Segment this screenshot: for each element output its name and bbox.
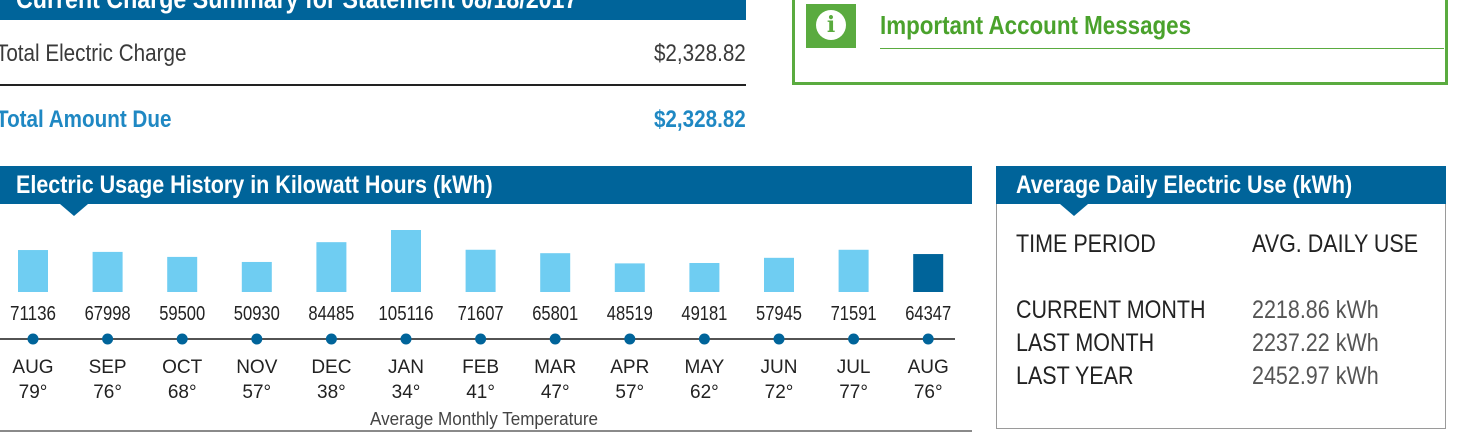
usage-month-label: JUN: [761, 357, 798, 378]
usage-bar: [764, 257, 794, 292]
usage-history-header: Electric Usage History in Kilowatt Hours…: [0, 166, 972, 204]
usage-month-label: JAN: [388, 357, 424, 378]
usage-temperature-label: 76°: [914, 382, 943, 403]
account-messages-title[interactable]: Important Account Messages: [880, 10, 1191, 41]
avg-daily-use-header: Average Daily Electric Use (kWh): [996, 166, 1446, 204]
electric-charge-value: $2,328.82: [654, 40, 746, 67]
avg-row-value: 2218.86 kWh: [1252, 296, 1379, 324]
avg-col-period-header: TIME PERIOD: [1016, 230, 1156, 258]
usage-value-label: 65801: [532, 303, 578, 325]
usage-month-label: APR: [610, 357, 649, 378]
avg-row-period: LAST MONTH: [1016, 329, 1155, 357]
usage-temperature-label: 79°: [19, 382, 48, 403]
usage-value-label: 71607: [458, 303, 504, 325]
avg-row-period: CURRENT MONTH: [1016, 296, 1206, 324]
usage-value-label: 48519: [607, 303, 653, 325]
usage-bar: [92, 251, 123, 292]
usage-month-label: AUG: [12, 357, 53, 378]
avg-row-value: 2237.22 kWh: [1252, 329, 1379, 357]
usage-temperature-label: 38°: [317, 382, 346, 403]
usage-month-label: SEP: [89, 357, 127, 378]
avg-row-period: LAST YEAR: [1016, 362, 1134, 390]
usage-temperature-label: 57°: [242, 382, 271, 403]
charge-divider: [0, 84, 746, 86]
usage-bar: [913, 254, 944, 292]
usage-axis-dot: [698, 333, 710, 345]
usage-bar: [614, 263, 645, 292]
total-due-value: $2,328.82: [654, 106, 746, 133]
usage-axis-dot: [251, 333, 263, 345]
avg-row-value: 2452.97 kWh: [1252, 362, 1379, 390]
avg-daily-use-title: Average Daily Electric Use (kWh): [1016, 171, 1353, 199]
usage-month-label: OCT: [162, 357, 203, 378]
usage-bar: [465, 249, 496, 292]
usage-value-label: 71136: [10, 303, 56, 325]
usage-axis-dot: [176, 333, 188, 345]
charge-summary-title: Current Charge Summary for Statement 08/…: [16, 0, 577, 16]
usage-value-label: 49181: [681, 303, 727, 325]
usage-bar: [540, 253, 571, 292]
usage-month-label: MAY: [685, 357, 725, 378]
usage-month-label: MAR: [534, 357, 576, 378]
usage-temperature-label: 62°: [690, 382, 719, 403]
usage-axis-dot: [773, 333, 785, 345]
usage-axis-dot: [102, 333, 114, 345]
usage-bar: [838, 249, 869, 292]
usage-bar: [18, 250, 48, 292]
usage-axis-dot: [549, 333, 561, 345]
usage-axis-dot: [27, 333, 39, 345]
usage-history-title: Electric Usage History in Kilowatt Hours…: [16, 171, 493, 199]
usage-month-label: JUL: [837, 357, 871, 378]
usage-axis-dot: [325, 333, 337, 345]
usage-temperature-label: 34°: [392, 382, 421, 403]
usage-axis-dot: [848, 333, 860, 345]
usage-bar: [241, 261, 272, 292]
usage-month-label: FEB: [462, 357, 499, 378]
usage-axis-dot: [400, 333, 412, 345]
usage-month-label: AUG: [908, 357, 949, 378]
electric-charge-label: Total Electric Charge: [0, 40, 187, 67]
usage-month-label: DEC: [311, 357, 351, 378]
usage-footer-divider: [0, 430, 972, 432]
info-icon-glyph: i: [826, 12, 836, 38]
usage-value-label: 67998: [85, 303, 131, 325]
usage-value-label: 57945: [756, 303, 802, 325]
usage-temperature-label: 41°: [466, 382, 495, 403]
usage-history-chart: 71136 AUG 79° 67998 SEP 76° 59500 OCT 68° 50930 NO…: [0, 230, 955, 429]
usage-temperature-label: 76°: [93, 382, 122, 403]
total-due-label: Total Amount Due: [0, 106, 172, 133]
usage-bar: [391, 230, 421, 292]
charge-summary-header: Current Charge Summary for Statement 08/…: [0, 0, 746, 20]
usage-temperature-label: 68°: [168, 382, 197, 403]
account-messages-divider: [880, 48, 1444, 49]
usage-bar: [316, 242, 347, 292]
usage-temperature-label: 77°: [839, 382, 868, 403]
usage-month-label: NOV: [236, 357, 278, 378]
usage-temperature-label: 57°: [615, 382, 644, 403]
usage-temperature-label: 47°: [541, 382, 570, 403]
usage-chart-footer: Average Monthly Temperature: [370, 409, 598, 429]
usage-axis-dot: [624, 333, 636, 345]
usage-value-label: 50930: [234, 303, 280, 325]
usage-value-label: 105116: [378, 303, 433, 325]
usage-bar: [167, 256, 198, 292]
usage-axis-dot: [475, 333, 487, 345]
usage-axis-dot: [922, 333, 934, 345]
usage-value-label: 59500: [159, 303, 205, 325]
usage-value-label: 84485: [308, 303, 354, 325]
avg-col-use-header: AVG. DAILY USE: [1252, 230, 1419, 258]
usage-temperature-label: 72°: [765, 382, 794, 403]
usage-bar: [689, 262, 720, 292]
usage-value-label: 71591: [831, 303, 877, 325]
usage-value-label: 64347: [905, 303, 951, 325]
